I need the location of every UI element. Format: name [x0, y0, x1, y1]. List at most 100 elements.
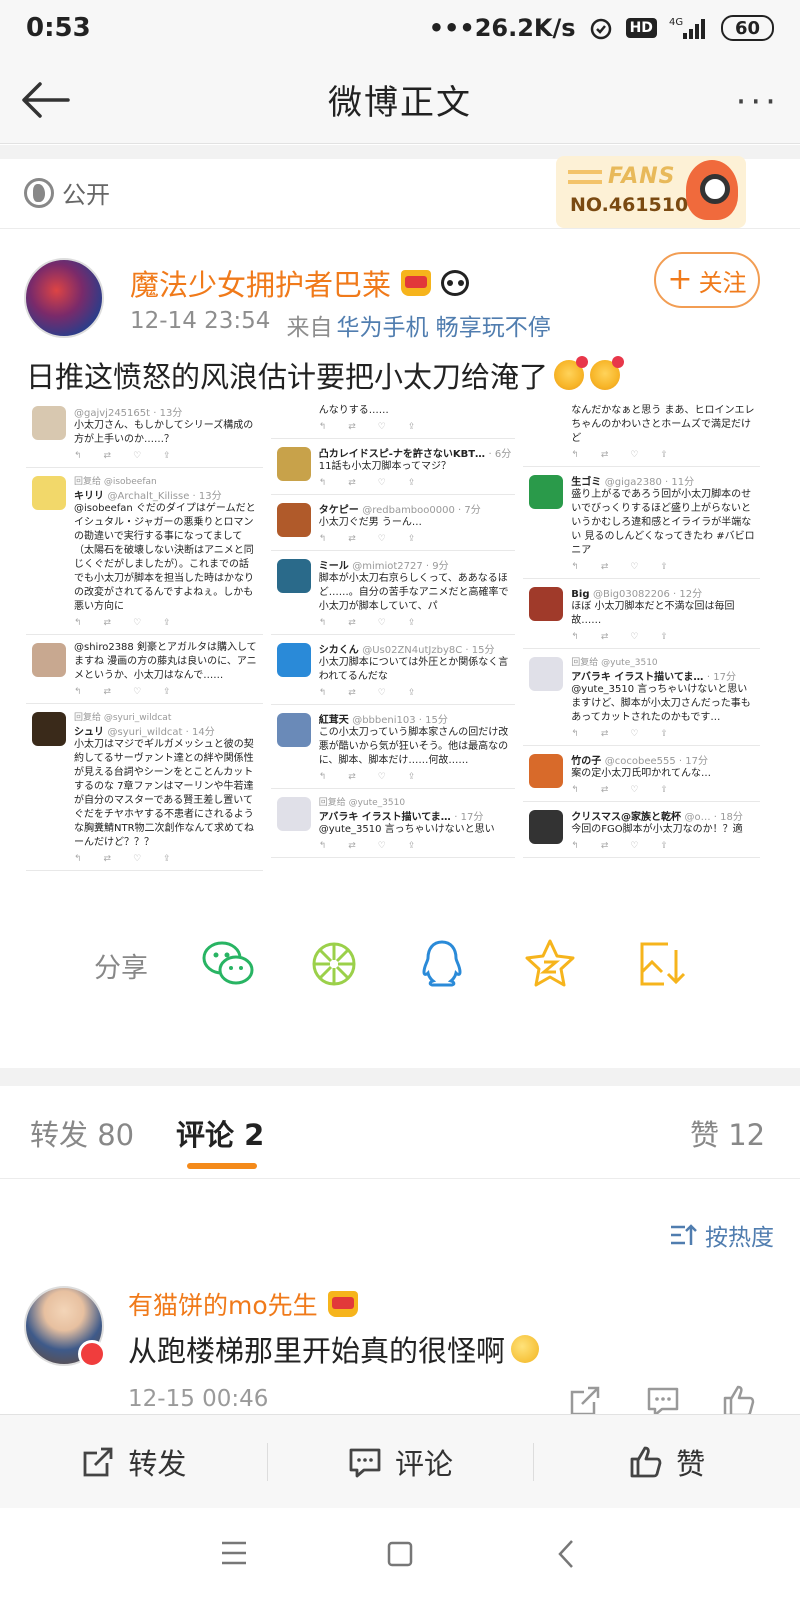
vip-crown-icon	[401, 270, 432, 296]
tweet-handle: @Archalt_Kilisse · 13分	[107, 491, 222, 502]
tweet-item: ミール @mimiot2727 · 9分 脚本が小太刀右京らしくって、ああなるほど…	[270, 551, 516, 635]
home-icon[interactable]	[386, 1540, 414, 1568]
repost-label: 转发	[128, 1446, 187, 1481]
qq-icon[interactable]	[414, 936, 470, 992]
tweet-author: シュリ	[74, 727, 108, 738]
tweet-body: なんだかなぁと思う まあ、ヒロインエレちゃんのかわいさとホームズで満足だけど	[571, 405, 755, 444]
commenter-name[interactable]: 有猫饼的mo先生	[128, 1286, 318, 1322]
tab-comments[interactable]: 评论 2	[176, 1112, 264, 1154]
tweet-actions-icon: ↰⇄♡⇪	[571, 562, 690, 572]
repost-icon	[83, 1447, 113, 1476]
mascot-icon	[686, 160, 738, 220]
tweet-author: 凸カレイドスピ-ナを許さないKBT…	[318, 449, 489, 460]
tweet-item: 凸カレイドスピ-ナを許さないKBT… · 6分 11話も小太刀脚本ってマジ？ ↰⇄♡…	[270, 439, 516, 495]
clap-emoji-icon	[511, 1335, 540, 1363]
tweet-actions-icon: ↰⇄♡⇪	[318, 841, 438, 851]
tab-likes[interactable]: 赞 12	[690, 1112, 765, 1154]
fans-label: FANS	[608, 164, 676, 189]
sort-button[interactable]: 按热度	[669, 1218, 774, 1252]
tweet-author: Big	[571, 589, 593, 600]
section-gap	[0, 1068, 800, 1086]
follow-button[interactable]: + 关注	[654, 252, 760, 308]
back-arrow-icon[interactable]	[18, 76, 74, 124]
comment-reply-icon[interactable]	[646, 1384, 680, 1418]
post-meta: 12-14 23:54 来自 华为手机 畅享玩不停	[130, 308, 551, 342]
tweet-body: 11話も小太刀脚本ってマジ？	[318, 461, 451, 472]
tweet-avatar	[276, 447, 311, 481]
hd-icon: HD	[625, 18, 657, 38]
tweet-item: Big @Big03082206 · 12分 ほぼ 小太刀脚本だと不満な回は毎回故…	[523, 579, 760, 649]
tweet-body: 小太刀脚本については外圧とか関係なく言われてるんだな	[318, 657, 509, 682]
moments-icon[interactable]	[306, 936, 362, 992]
tweet-handle: @redbamboo0000 · 7分	[362, 505, 481, 516]
tweet-item: @shiro2388 剣豪とアガルタは購入してますね 漫画の方の藤丸は良いのに、…	[26, 635, 263, 704]
commenter-name-row[interactable]: 有猫饼的mo先生	[128, 1286, 358, 1322]
comment-like-icon[interactable]	[722, 1384, 756, 1418]
tweet-actions-icon: ↰⇄♡⇪	[318, 534, 438, 544]
tweet-column-1: @gajvj245165t · 13分 小太刀さん、もしかしてシリーズ構成の方が上…	[26, 398, 263, 886]
tweet-body: 今回のFGO脚本が小太刀なのか！？適	[571, 824, 743, 835]
tweet-item: クリスマス@家族と乾杯 @o… · 18分 今回のFGO脚本が小太刀なのか！？適 ↰…	[523, 802, 760, 858]
tweet-body: @yute_3510 言っちゃいけないと思いますけど、脚本が小太刀さんだった事も…	[571, 684, 751, 723]
post-text: 日推这愤怒的风浪估计要把小太刀给淹了	[26, 354, 625, 396]
menu-icon[interactable]	[220, 1540, 248, 1566]
heart-face-emoji-icon	[554, 356, 589, 390]
visibility-label: 公开	[62, 181, 110, 209]
tweet-avatar	[529, 475, 564, 509]
comment-button[interactable]: 评论	[266, 1415, 534, 1508]
tweet-reply-to: 回复给 @yute_3510	[318, 798, 406, 808]
more-menu-button[interactable]: ···	[736, 82, 780, 122]
sort-icon	[671, 1224, 697, 1245]
tweet-item: @gajvj245165t · 13分 小太刀さん、もしかしてシリーズ構成の方が上…	[26, 398, 263, 468]
post-source[interactable]: 华为手机 畅享玩不停	[336, 308, 550, 342]
tweet-column-2: んなりする…… ↰⇄♡⇪ 凸カレイドスピ-ナを許さないKBT… · 6分 11話も小太…	[270, 398, 516, 886]
tweet-avatar	[32, 476, 66, 510]
tweet-body: @isobeefan ぐだのダイプはゲームだとイシュタル・ジャガーの悪乗りとロマ…	[74, 503, 256, 612]
back-icon[interactable]	[556, 1538, 576, 1570]
net-speed: •••26.2K/s	[428, 14, 576, 42]
tweet-author: 紅茸天	[318, 715, 353, 726]
post-time: 12-14 23:54	[130, 308, 271, 334]
author-name[interactable]: 魔法少女拥护者巴莱	[130, 262, 391, 304]
alarm-icon	[590, 18, 611, 40]
status-icons: •••26.2K/s HD 4G 60	[429, 14, 774, 42]
favorite-star-icon[interactable]	[522, 936, 578, 992]
tweet-header: タケピー @redbamboo0000 · 7分	[319, 501, 512, 516]
tweet-body: @yute_3510 言っちゃいけないと思い	[318, 824, 495, 835]
author-avatar[interactable]	[24, 258, 104, 338]
repost-button[interactable]: 转发	[0, 1415, 267, 1508]
tweet-handle: @Us02ZN4utJzby8C · 15分	[362, 645, 495, 656]
tweet-avatar	[32, 643, 66, 677]
comment-repost-icon[interactable]	[568, 1384, 602, 1418]
tweet-item: 回复给 @syuri_wildcat シュリ @syuri_wildcat · 1…	[26, 704, 263, 871]
svg-text:4G: 4G	[669, 17, 683, 28]
tweet-header: シカくん @Us02ZN4utJzby8C · 15分	[319, 641, 512, 656]
tweet-handle: @bbbeni103 · 15分	[352, 715, 448, 726]
tweet-actions-icon: ↰⇄♡⇪	[74, 618, 193, 628]
system-nav-bar	[0, 1508, 800, 1600]
comment-text: 从跑楼梯那里开始真的很怪啊	[128, 1328, 540, 1370]
tab-repost[interactable]: 转发 80	[30, 1112, 134, 1154]
like-button[interactable]: 赞	[533, 1415, 800, 1508]
wechat-icon[interactable]	[200, 936, 256, 992]
clock: 0:53	[26, 13, 91, 43]
save-image-icon[interactable]	[632, 936, 688, 992]
tweet-header: シュリ @syuri_wildcat · 14分	[74, 723, 259, 738]
fans-badge[interactable]: FANS NO.4615107	[556, 156, 746, 228]
comment-body: 从跑楼梯那里开始真的很怪啊	[128, 1334, 506, 1368]
tweet-body: 小太刀ぐだ男 うーん…	[318, 517, 422, 528]
tweet-body: @shiro2388 剣豪とアガルタは購入してますね 漫画の方の藤丸は良いのに、…	[74, 642, 257, 681]
tweet-item: 紅茸天 @bbbeni103 · 15分 この小太刀っていう脚本家さんの回だけ改悪…	[270, 705, 516, 789]
tweet-item: 回复给 @yute_3510 アバラキ イラスト描いてま… · 17分 @yute_…	[523, 649, 760, 746]
tweet-item: なんだかなぁと思う まあ、ヒロインエレちゃんのかわいさとホームズで満足だけど ↰⇄…	[523, 398, 760, 467]
tweet-handle: @Big03082206 · 12分	[592, 589, 703, 600]
tweet-actions-icon: ↰⇄♡⇪	[74, 687, 193, 697]
tweet-actions-icon: ↰⇄♡⇪	[571, 729, 690, 739]
tweet-body: ほぼ 小太刀脚本だと不満な回は毎回故……	[571, 601, 735, 626]
post-image[interactable]: @gajvj245165t · 13分 小太刀さん、もしかしてシリーズ構成の方が上…	[26, 398, 760, 886]
tweet-reply-to: 回复给 @yute_3510	[571, 658, 658, 668]
tweet-avatar	[276, 797, 311, 831]
comment-time: 12-15 00:46	[128, 1386, 269, 1412]
author-name-row[interactable]: 魔法少女拥护者巴莱	[130, 262, 470, 304]
active-tab-indicator	[187, 1163, 257, 1169]
